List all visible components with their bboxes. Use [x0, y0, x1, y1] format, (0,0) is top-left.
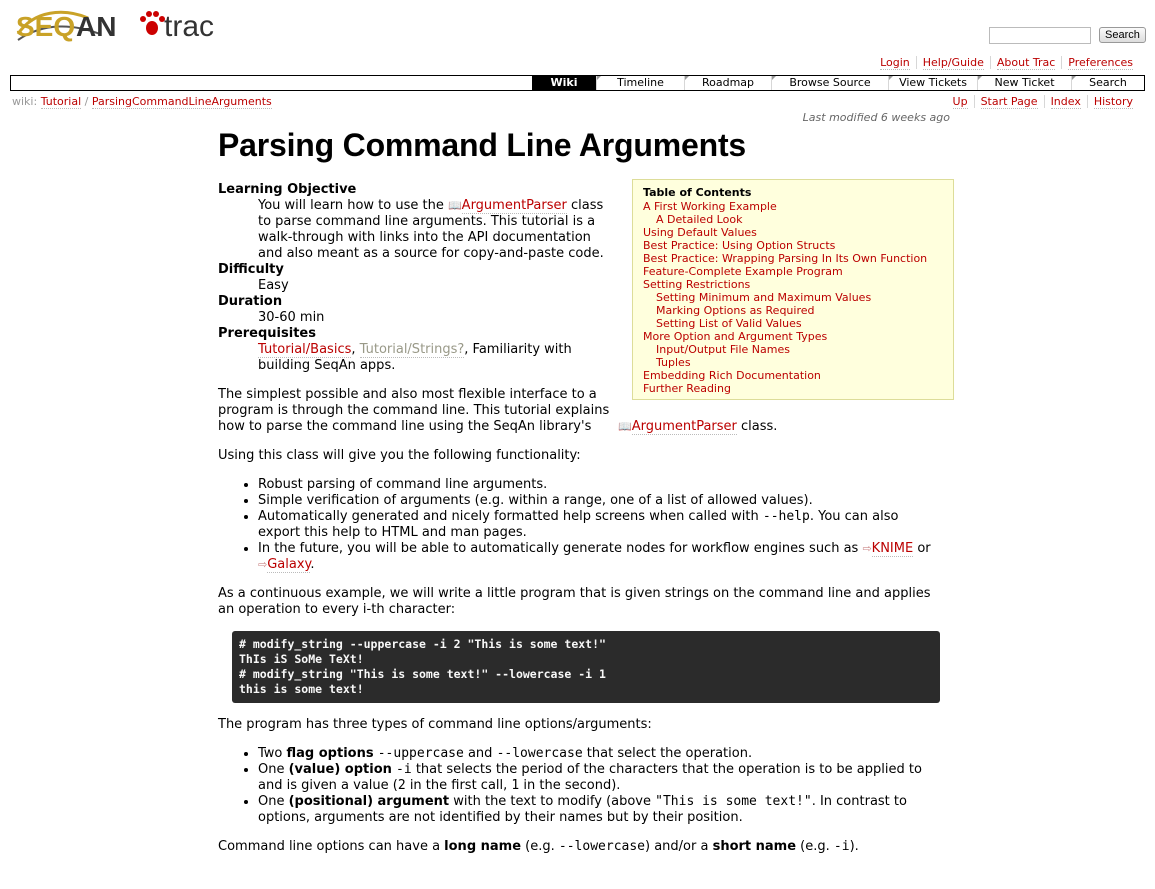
breadcrumb-separator: / — [84, 95, 89, 108]
toc-item[interactable]: Marking Options as Required — [643, 304, 943, 317]
preferences-link[interactable]: Preferences — [1068, 56, 1133, 70]
wiki-content: Parsing Command Line Arguments Table of … — [218, 126, 954, 868]
difficulty-term: Difficulty — [218, 262, 284, 277]
tab-view-tickets[interactable]: View Tickets — [888, 76, 977, 90]
tab-browse-source[interactable]: Browse Source — [771, 76, 888, 90]
duration-value: 30-60 min — [258, 310, 325, 325]
difficulty-value: Easy — [258, 278, 289, 293]
tutorial-meta: Learning Objective You will learn how to… — [218, 182, 618, 374]
tab-timeline[interactable]: Timeline — [596, 76, 684, 90]
argumentparser-link-2[interactable]: ArgumentParser — [631, 419, 737, 435]
page-title: Parsing Command Line Arguments — [218, 127, 747, 163]
list-item: One (value) option -i that selects the p… — [258, 762, 938, 794]
help-guide-link[interactable]: Help/Guide — [922, 56, 984, 70]
toc-item[interactable]: Best Practice: Wrapping Parsing In Its O… — [643, 252, 943, 265]
svg-text:trac: trac — [164, 10, 214, 43]
toc-item[interactable]: A Detailed Look — [643, 213, 943, 226]
help-flag-code: --help — [762, 509, 810, 524]
seqan-trac-logo[interactable]: SEQ AN trac — [14, 4, 226, 46]
code-line: ThIs iS SoMe TeXt! — [239, 652, 364, 666]
objective-text: You will learn how to use the 📖ArgumentP… — [258, 198, 604, 261]
types-list: Two flag options --uppercase and --lower… — [218, 746, 938, 826]
start-page-link[interactable]: Start Page — [980, 95, 1038, 109]
external-link-icon: ⇨ — [862, 542, 872, 555]
context-nav: Up Start Page Index History — [947, 95, 1139, 109]
toc-list: A First Working Example A Detailed Look Us… — [643, 200, 943, 395]
breadcrumb: wiki: Tutorial / ParsingCommandLineArgum… — [12, 95, 272, 109]
tutorial-basics-link[interactable]: Tutorial/Basics — [258, 342, 352, 358]
table-of-contents: Table of Contents A First Working Exampl… — [632, 179, 954, 400]
tab-search[interactable]: Search — [1071, 76, 1144, 90]
list-item: Two flag options --uppercase and --lower… — [258, 746, 938, 762]
tutorial-strings-link[interactable]: Tutorial/Strings? — [359, 342, 465, 358]
index-link[interactable]: Index — [1050, 95, 1081, 109]
tab-roadmap[interactable]: Roadmap — [684, 76, 771, 90]
code-line: # modify_string --uppercase -i 2 "This i… — [239, 637, 606, 651]
last-modified-label: Last modified — [802, 111, 878, 124]
prerequisites-term: Prerequisites — [218, 326, 316, 341]
code-line: # modify_string "This is some text!" --l… — [239, 667, 606, 681]
objective-term: Learning Objective — [218, 182, 357, 197]
search-button[interactable]: Search — [1099, 27, 1146, 43]
toc-item[interactable]: A First Working Example — [643, 200, 943, 213]
example-intro: As a continuous example, we will write a… — [218, 586, 931, 617]
last-modified: Last modified 6 weeks ago — [803, 111, 950, 124]
list-item: Robust parsing of command line arguments… — [258, 477, 938, 493]
types-intro: The program has three types of command l… — [218, 717, 652, 732]
duration-term: Duration — [218, 294, 283, 309]
toc-item[interactable]: Setting Minimum and Maximum Values — [643, 291, 943, 304]
tab-wiki[interactable]: Wiki — [532, 76, 596, 90]
functionality-intro: Using this class will give you the follo… — [218, 448, 581, 463]
svg-text:AN: AN — [76, 11, 116, 42]
list-item: One (positional) argument with the text … — [258, 794, 938, 826]
svg-text:SEQ: SEQ — [16, 11, 75, 42]
toc-item[interactable]: Tuples — [643, 356, 943, 369]
toc-item[interactable]: Using Default Values — [643, 226, 943, 239]
history-link[interactable]: History — [1093, 95, 1133, 109]
toc-item[interactable]: Input/Output File Names — [643, 343, 943, 356]
toc-item[interactable]: Setting Restrictions — [643, 278, 943, 291]
code-block: # modify_string --uppercase -i 2 "This i… — [232, 631, 940, 703]
feature-list: Robust parsing of command line arguments… — [218, 477, 938, 573]
prerequisites-text: Tutorial/Basics, Tutorial/Strings?, Fami… — [258, 342, 572, 373]
login-link[interactable]: Login — [880, 56, 910, 70]
toc-item[interactable]: Best Practice: Using Option Structs — [643, 239, 943, 252]
search-input[interactable] — [989, 27, 1091, 44]
toc-item[interactable]: Further Reading — [643, 382, 943, 395]
book-icon: 📖 — [447, 199, 462, 212]
argumentparser-link[interactable]: ArgumentParser — [461, 198, 567, 214]
toc-item[interactable]: More Option and Argument Types — [643, 330, 943, 343]
breadcrumb-tutorial-link[interactable]: Tutorial — [40, 95, 82, 109]
up-link[interactable]: Up — [952, 95, 968, 109]
galaxy-link[interactable]: Galaxy — [267, 557, 311, 573]
list-item: Automatically generated and nicely forma… — [258, 509, 938, 541]
tab-new-ticket[interactable]: New Ticket — [977, 76, 1071, 90]
last-modified-age-link[interactable]: 6 weeks ago — [881, 111, 950, 124]
external-link-icon: ⇨ — [258, 558, 268, 571]
book-icon: 📖 — [618, 420, 632, 433]
breadcrumb-prefix: wiki: — [12, 95, 38, 108]
toc-item[interactable]: Setting List of Valid Values — [643, 317, 943, 330]
main-nav: Wiki Timeline Roadmap Browse Source View… — [10, 75, 1145, 91]
toc-title: Table of Contents — [643, 186, 752, 199]
meta-nav: Login Help/Guide About Trac Preferences — [874, 56, 1139, 70]
about-trac-link[interactable]: About Trac — [996, 56, 1056, 70]
toc-item[interactable]: Feature-Complete Example Program — [643, 265, 943, 278]
code-line: this is some text! — [239, 682, 364, 696]
toc-item[interactable]: Embedding Rich Documentation — [643, 369, 943, 382]
list-item: In the future, you will be able to autom… — [258, 541, 938, 573]
breadcrumb-page-link[interactable]: ParsingCommandLineArguments — [91, 95, 272, 109]
names-paragraph: Command line options can have a long nam… — [218, 839, 859, 854]
list-item: Simple verification of arguments (e.g. w… — [258, 493, 938, 509]
knime-link[interactable]: KNIME — [871, 541, 914, 557]
